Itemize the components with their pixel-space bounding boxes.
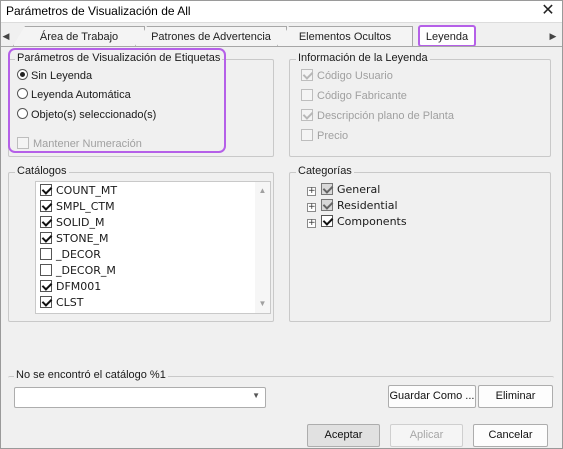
window-title: Parámetros de Visualización de All [6, 4, 191, 18]
list-item[interactable]: SMPL_CTM [40, 199, 115, 215]
list-item[interactable]: _DECOR_M [40, 263, 116, 279]
tab-elementos-ocultos[interactable]: Elementos Ocultos [277, 26, 413, 46]
catalog-label: DFM001 [56, 280, 102, 293]
tree-item-components[interactable]: + Components [307, 214, 407, 230]
button-label: Cancelar [488, 429, 533, 441]
button-label: Aceptar [324, 429, 363, 441]
catalog-label: SMPL_CTM [56, 200, 115, 213]
tree-item-general[interactable]: + General [307, 182, 380, 198]
checkbox-icon[interactable] [40, 184, 52, 196]
radio-selected-icon [17, 69, 28, 80]
checkbox-label: Mantener Numeración [33, 138, 142, 150]
tab-scroll-left-icon[interactable]: ◀ [1, 27, 11, 45]
catalog-label: CLST [56, 296, 84, 309]
tab-leyenda[interactable]: Leyenda [418, 25, 476, 47]
accept-button[interactable]: Aceptar [307, 424, 380, 447]
catalogs-title: Catálogos [15, 165, 69, 177]
list-item[interactable]: _DECOR [40, 247, 101, 263]
expand-icon[interactable]: + [307, 187, 316, 196]
keep-numbering-checkbox[interactable]: Mantener Numeración [17, 136, 142, 152]
checkbox-label: Código Usuario [317, 70, 393, 82]
button-label: Guardar Como ... [389, 390, 475, 402]
radio-objetos-seleccionados[interactable]: Objeto(s) seleccionado(s) [17, 107, 156, 123]
tree-item-residential[interactable]: + Residential [307, 198, 398, 214]
checkbox-icon [301, 109, 313, 121]
close-icon[interactable]: ✕ [538, 2, 558, 22]
checkbox-icon[interactable] [321, 215, 333, 227]
descripcion-plano-checkbox[interactable]: Descripción plano de Planta [301, 108, 454, 124]
list-item[interactable]: STONE_M [40, 231, 109, 247]
checkbox-icon[interactable] [40, 296, 52, 308]
tab-label: Patrones de Advertencia [151, 31, 271, 43]
missing-catalog-combo[interactable]: ▼ [14, 387, 266, 408]
category-label: Residential [337, 199, 398, 212]
checkbox-label: Descripción plano de Planta [317, 110, 454, 122]
catalogs-scrollbar[interactable]: ▲ ▼ [255, 182, 270, 313]
catalogs-list[interactable]: COUNT_MT SMPL_CTM SOLID_M STONE_M _DECOR… [35, 181, 271, 314]
catalog-label: SOLID_M [56, 216, 105, 229]
tab-scroll-right-icon[interactable]: ▶ [548, 27, 558, 45]
precio-checkbox[interactable]: Precio [301, 128, 348, 144]
button-label: Eliminar [495, 390, 536, 402]
cancel-button[interactable]: Cancelar [473, 424, 548, 447]
tab-divider [1, 46, 562, 47]
checkbox-icon[interactable] [40, 264, 52, 276]
missing-catalog-title: No se encontró el catálogo %1 [14, 369, 168, 381]
checkbox-label: Código Fabricante [317, 90, 407, 102]
radio-leyenda-automatica[interactable]: Leyenda Automática [17, 87, 131, 103]
tab-label: Leyenda [425, 31, 469, 43]
tab-patrones-advertencia[interactable]: Patrones de Advertencia [135, 26, 287, 46]
catalog-label: _DECOR [56, 248, 101, 261]
scroll-down-icon[interactable]: ▼ [255, 297, 270, 311]
checkbox-icon [301, 69, 313, 81]
legend-info-title: Información de la Leyenda [296, 52, 430, 64]
tab-area-trabajo[interactable]: Área de Trabajo [13, 26, 145, 46]
checkbox-icon[interactable] [321, 183, 333, 195]
radio-icon [17, 88, 28, 99]
delete-button[interactable]: Eliminar [478, 385, 553, 408]
categories-title: Categorías [296, 165, 354, 177]
checkbox-icon [301, 89, 313, 101]
checkbox-icon [17, 137, 29, 149]
checkbox-icon[interactable] [40, 248, 52, 260]
catalog-label: COUNT_MT [56, 184, 118, 197]
checkbox-icon[interactable] [40, 232, 52, 244]
checkbox-icon[interactable] [40, 200, 52, 212]
tab-label: Área de Trabajo [39, 31, 119, 43]
chevron-down-icon[interactable]: ▼ [252, 391, 260, 400]
button-label: Aplicar [409, 429, 444, 441]
dialog-window: Parámetros de Visualización de All ✕ ◀ Á… [0, 0, 563, 449]
category-label: General [337, 183, 381, 196]
expand-icon[interactable]: + [307, 219, 316, 228]
checkbox-icon[interactable] [40, 280, 52, 292]
title-bar: Parámetros de Visualización de All ✕ [1, 1, 562, 23]
checkbox-icon[interactable] [321, 199, 333, 211]
checkbox-icon[interactable] [40, 216, 52, 228]
scroll-up-icon[interactable]: ▲ [255, 184, 270, 198]
codigo-usuario-checkbox[interactable]: Código Usuario [301, 68, 393, 84]
list-item[interactable]: CLST [40, 295, 84, 311]
radio-label: Objeto(s) seleccionado(s) [31, 109, 157, 121]
apply-button[interactable]: Aplicar [390, 424, 463, 447]
list-item[interactable]: COUNT_MT [40, 183, 117, 199]
radio-sin-leyenda[interactable]: Sin Leyenda [17, 68, 92, 84]
catalog-label: STONE_M [56, 232, 109, 245]
catalog-label: _DECOR_M [56, 264, 116, 277]
save-as-button[interactable]: Guardar Como ... [388, 385, 476, 408]
category-label: Components [337, 215, 407, 228]
radio-icon [17, 108, 28, 119]
expand-icon[interactable]: + [307, 203, 316, 212]
labels-parameters-title: Parámetros de Visualización de Etiquetas [15, 52, 223, 64]
tab-label: Elementos Ocultos [298, 31, 392, 43]
radio-label: Leyenda Automática [31, 89, 131, 101]
list-item[interactable]: DFM001 [40, 279, 101, 295]
checkbox-icon [301, 129, 313, 141]
radio-label: Sin Leyenda [31, 70, 93, 82]
list-item[interactable]: SOLID_M [40, 215, 104, 231]
checkbox-label: Precio [317, 130, 349, 142]
codigo-fabricante-checkbox[interactable]: Código Fabricante [301, 88, 407, 104]
